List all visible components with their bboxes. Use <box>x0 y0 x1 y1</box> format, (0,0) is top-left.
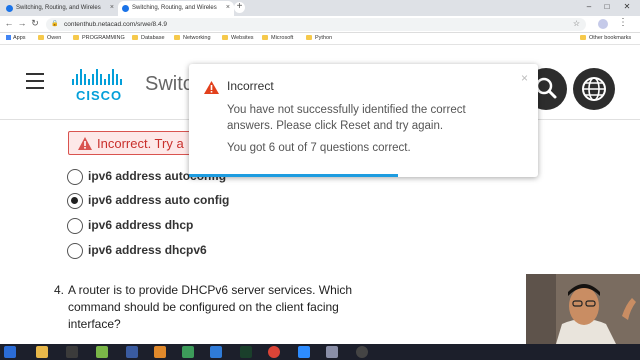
bookmark-folder[interactable]: Websites <box>222 35 254 41</box>
url-field[interactable]: 🔒 contenthub.netacad.com/srwe/8.4.9 ☆ <box>46 18 586 31</box>
bookmark-folder[interactable]: Owen <box>38 35 61 41</box>
close-window-icon[interactable]: ✕ <box>620 2 634 11</box>
chrome-icon[interactable] <box>268 346 280 358</box>
address-bar-row: ← → ↻ 🔒 contenthub.netacad.com/srwe/8.4.… <box>0 16 640 33</box>
folder-icon <box>38 35 44 40</box>
app-icon[interactable] <box>326 346 338 358</box>
vscode-icon[interactable] <box>210 346 222 358</box>
browser-tab[interactable]: Switching, Routing, and Wireles × <box>2 1 118 16</box>
question-text: A router is to provide DHCPv6 server ser… <box>68 283 353 331</box>
warning-icon <box>204 81 219 94</box>
zoom-icon[interactable] <box>298 346 310 358</box>
bookmark-folder[interactable]: Python <box>306 35 332 41</box>
browser-tab-active[interactable]: Switching, Routing, and Wireles × <box>118 1 234 16</box>
language-button[interactable] <box>573 68 615 110</box>
answer-option[interactable]: ipv6 address auto config <box>67 192 267 210</box>
app-icon[interactable] <box>356 346 368 358</box>
maximize-icon[interactable]: □ <box>600 2 614 11</box>
folder-icon <box>174 35 180 40</box>
new-tab-button[interactable]: + <box>234 2 245 13</box>
webcam-overlay <box>526 274 640 344</box>
tab-title: Switching, Routing, and Wireles <box>16 5 101 11</box>
globe-icon <box>582 77 606 101</box>
app-icon[interactable] <box>240 346 252 358</box>
answer-label: ipv6 address dhcpv6 <box>88 243 207 257</box>
question-number: 4. <box>54 283 65 297</box>
app-icon[interactable] <box>182 346 194 358</box>
app-icon[interactable] <box>126 346 138 358</box>
popup-progress-bar <box>189 174 399 177</box>
answer-option[interactable]: ipv6 address dhcpv6 <box>67 242 267 260</box>
warning-icon <box>78 137 92 150</box>
star-icon[interactable]: ☆ <box>573 19 580 28</box>
bookmark-folder[interactable]: Database <box>132 35 165 41</box>
tab-title: Switching, Routing, and Wireles <box>132 5 217 11</box>
forward-arrow-icon[interactable]: → <box>17 18 27 28</box>
radio-button[interactable] <box>67 169 83 185</box>
bookmark-folder[interactable]: PROGRAMMING <box>73 35 125 41</box>
folder-icon <box>73 35 79 40</box>
profile-avatar[interactable] <box>598 19 608 29</box>
radio-button-selected[interactable] <box>67 193 83 209</box>
cisco-logo-text: CISCO <box>76 88 123 103</box>
person-image <box>526 274 640 344</box>
url-text: contenthub.netacad.com/srwe/8.4.9 <box>64 21 167 28</box>
start-icon[interactable] <box>4 346 16 358</box>
globe-icon <box>6 5 13 12</box>
folder-icon <box>262 35 268 40</box>
hamburger-menu-icon[interactable] <box>26 73 44 94</box>
popup-message: You have not successfully identified the… <box>227 104 466 132</box>
reload-icon[interactable]: ↻ <box>30 18 40 29</box>
apps-icon <box>6 35 11 40</box>
bookmark-other[interactable]: Other bookmarks <box>580 35 631 41</box>
answer-label: ipv6 address auto config <box>88 193 230 207</box>
close-icon[interactable]: × <box>521 71 528 85</box>
app-icon[interactable] <box>66 346 78 358</box>
radio-button[interactable] <box>67 218 83 234</box>
bookmark-folder[interactable]: Microsoft <box>262 35 293 41</box>
folder-icon <box>580 35 586 40</box>
file-explorer-icon[interactable] <box>36 346 48 358</box>
app-icon[interactable] <box>96 346 108 358</box>
browser-tab-strip: Switching, Routing, and Wireles × Switch… <box>0 0 640 16</box>
result-banner-text: Incorrect. Try a <box>97 136 184 151</box>
close-tab-icon[interactable]: × <box>226 4 230 11</box>
bookmark-apps[interactable]: Apps <box>6 35 26 41</box>
os-taskbar <box>0 344 640 360</box>
bookmark-folder[interactable]: Networking <box>174 35 211 41</box>
answer-label: ipv6 address dhcp <box>88 218 194 232</box>
popup-title: Incorrect <box>227 79 274 93</box>
popup-score: You got 6 out of 7 questions correct. <box>227 142 411 154</box>
bookmarks-bar: Apps Owen PROGRAMMING Database Networkin… <box>0 33 640 45</box>
folder-icon <box>306 35 312 40</box>
lock-icon: 🔒 <box>51 21 59 27</box>
app-icon[interactable] <box>154 346 166 358</box>
feedback-popup: Incorrect × You have not successfully id… <box>189 64 538 177</box>
back-arrow-icon[interactable]: ← <box>4 18 14 28</box>
course-title: Switc <box>145 73 193 95</box>
radio-button[interactable] <box>67 243 83 259</box>
globe-icon <box>122 5 129 12</box>
minimize-icon[interactable]: – <box>582 2 596 11</box>
menu-icon[interactable]: ⋮ <box>618 17 628 28</box>
close-tab-icon[interactable]: × <box>110 4 114 11</box>
folder-icon <box>132 35 138 40</box>
answer-option[interactable]: ipv6 address dhcp <box>67 217 267 235</box>
folder-icon <box>222 35 228 40</box>
